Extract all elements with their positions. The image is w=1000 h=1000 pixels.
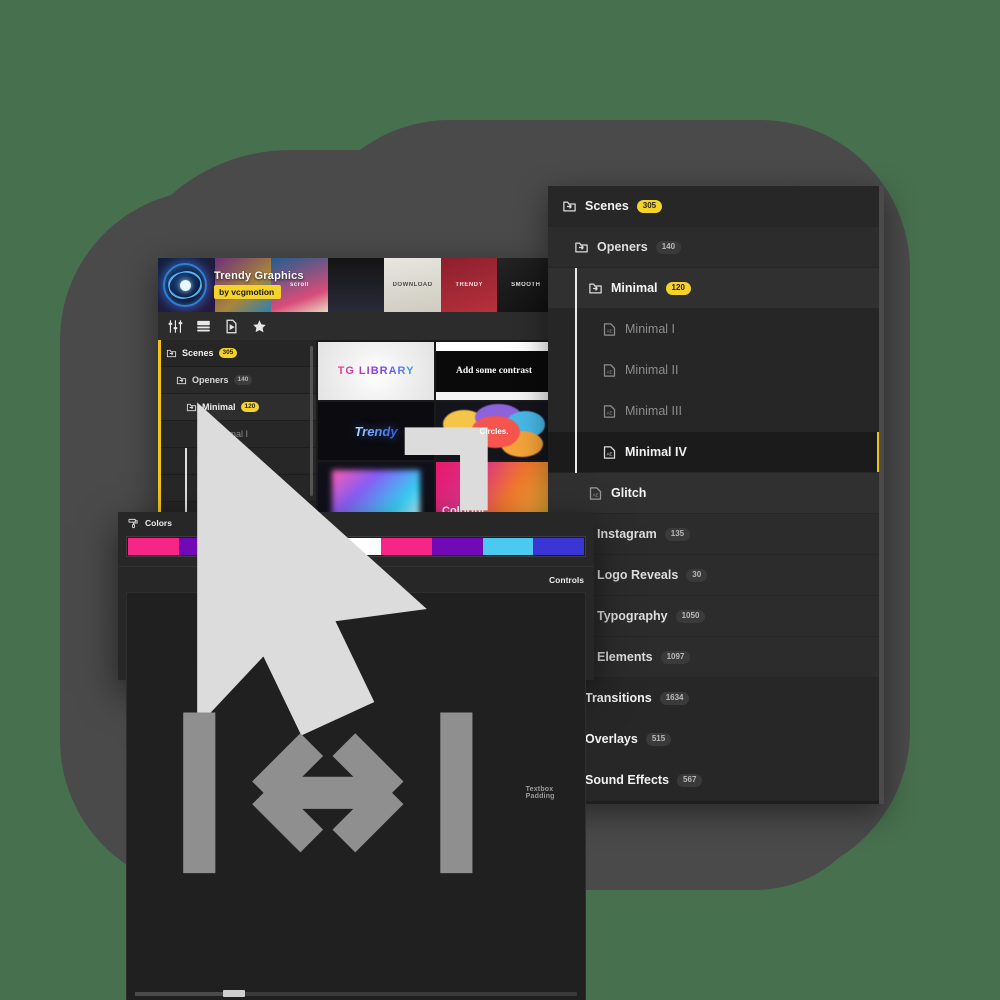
- ae-file-icon: AE: [589, 486, 602, 500]
- scene-item-label: Minimal II: [625, 363, 679, 377]
- scene-item-count-badge: 30: [686, 568, 708, 582]
- scene-item-count-badge: 305: [636, 199, 663, 213]
- scene-item-label: Minimal: [611, 281, 658, 295]
- scene-item-label: Overlays: [585, 732, 638, 746]
- scene-item-elements[interactable]: Elements 1097: [548, 637, 884, 678]
- scene-item-minimal-iii[interactable]: AE Minimal III: [548, 391, 884, 432]
- scene-item-count-badge: 1634: [659, 691, 690, 705]
- banner-tile-label: SMOOTH: [511, 282, 541, 288]
- thumbnail-label: Circles.: [479, 426, 509, 436]
- banner-tile: DOWNLOAD: [384, 258, 441, 312]
- main-toolbar: [158, 312, 554, 340]
- app-title: Trendy Graphics: [214, 270, 304, 282]
- slider-knob[interactable]: [223, 990, 246, 998]
- scene-item-label: Scenes: [585, 199, 629, 213]
- textbox-padding-slider[interactable]: [135, 990, 577, 998]
- scene-item-minimal[interactable]: Minimal 120: [548, 268, 884, 309]
- scene-item-label: Elements: [597, 650, 653, 664]
- scene-item-minimal-ii[interactable]: AE Minimal II: [548, 350, 884, 391]
- scenes-row-list: Scenes 305 Openers 140 Minimal 120 AE Minima…: [548, 186, 884, 801]
- ae-file-icon: AE: [603, 363, 616, 377]
- scene-item-overlays[interactable]: Overlays 515: [548, 719, 884, 760]
- sidebar-item-label: Scenes: [182, 348, 214, 358]
- layout-list-icon[interactable]: [196, 319, 211, 334]
- svg-text:AE: AE: [593, 492, 599, 497]
- folder-arrow-icon: [589, 283, 602, 293]
- scene-item-count-badge: 1050: [675, 609, 706, 623]
- panel-scrollbar[interactable]: [879, 186, 884, 804]
- ae-file-icon: AE: [603, 404, 616, 418]
- scene-item-typography[interactable]: Typography 1050: [548, 596, 884, 637]
- ae-file-icon: AE: [603, 445, 616, 459]
- scenes-browser-panel: Scenes 305 Openers 140 Minimal 120 AE Minima…: [548, 186, 884, 804]
- scene-item-scenes[interactable]: Scenes 305: [548, 186, 884, 227]
- banner-tile-label: TRENDY: [455, 282, 484, 288]
- scene-item-minimal-i[interactable]: AE Minimal I: [548, 309, 884, 350]
- width-adjust-icon: [183, 712, 473, 874]
- scene-item-label: Sound Effects: [585, 773, 670, 787]
- folder-arrow-icon: [575, 242, 588, 252]
- banner-text-group: Trendy Graphics by vcgmotion: [214, 270, 304, 300]
- scene-item-count-badge: 140: [655, 240, 682, 254]
- file-play-icon[interactable]: [224, 319, 239, 334]
- colors-controls-panel: Colors Controls Textbox Padding OPEN DEF…: [118, 402, 594, 1000]
- folder-arrow-icon: [563, 201, 576, 211]
- banner-tile: SMOOTH: [497, 258, 554, 312]
- scene-item-count-badge: 1097: [660, 650, 691, 664]
- tree-indent-guide: [575, 268, 577, 473]
- slider-label-row: Textbox Padding: [135, 600, 577, 986]
- scene-item-count-badge: 120: [665, 281, 691, 295]
- svg-text:AE: AE: [607, 410, 613, 415]
- control-group: Textbox Padding: [126, 592, 586, 1000]
- slider-fill: [135, 991, 224, 996]
- slider-label: Textbox Padding: [525, 785, 555, 800]
- ae-file-icon: AE: [603, 322, 616, 336]
- svg-text:AE: AE: [607, 328, 613, 333]
- folder-arrow-icon: [166, 349, 177, 357]
- scene-item-transitions[interactable]: Transitions 1634: [548, 678, 884, 719]
- scene-item-label: Instagram: [597, 527, 657, 541]
- sliders-icon[interactable]: [168, 319, 183, 334]
- scene-item-label: Logo Reveals: [597, 568, 679, 582]
- app-byline-badge: by vcgmotion: [214, 285, 282, 299]
- scene-item-count-badge: 135: [664, 527, 691, 541]
- svg-text:AE: AE: [607, 451, 613, 456]
- controls-title: Controls: [549, 575, 584, 585]
- scene-item-openers[interactable]: Openers 140: [548, 227, 884, 268]
- sidebar-item-scenes[interactable]: Scenes 305: [158, 340, 316, 367]
- sidebar-item-count-badge: 305: [218, 348, 238, 358]
- scene-item-logo-reveals[interactable]: Logo Reveals 30: [548, 555, 884, 596]
- banner-tile: [327, 258, 385, 312]
- scene-item-label: Glitch: [611, 486, 647, 500]
- scene-item-label: Typography: [597, 609, 668, 623]
- atom-logo-icon: [161, 263, 209, 307]
- star-icon[interactable]: [252, 319, 267, 334]
- scene-item-label: Openers: [597, 240, 648, 254]
- controls-section-header: Controls: [118, 402, 594, 736]
- scene-item-count-badge: 515: [645, 732, 672, 746]
- scene-item-minimal-iv[interactable]: AE Minimal IV: [548, 432, 884, 473]
- scene-item-label: Minimal I: [625, 322, 676, 336]
- scene-item-glitch[interactable]: AE Glitch: [548, 473, 884, 514]
- svg-text:AE: AE: [607, 369, 613, 374]
- banner-tile: TRENDY: [440, 258, 498, 312]
- app-banner: scroll DOWNLOAD TRENDY SMOOTH Trendy Gra…: [158, 258, 554, 312]
- scene-item-label: Minimal IV: [625, 445, 687, 459]
- logo-core-decoration: [179, 279, 191, 291]
- banner-tile-label: DOWNLOAD: [392, 282, 433, 288]
- scene-item-sound-effects[interactable]: Sound Effects 567: [548, 760, 884, 801]
- scene-item-label: Transitions: [585, 691, 652, 705]
- scene-item-label: Minimal III: [625, 404, 682, 418]
- scene-item-count-badge: 567: [677, 773, 703, 787]
- scene-item-instagram[interactable]: Instagram 135: [548, 514, 884, 555]
